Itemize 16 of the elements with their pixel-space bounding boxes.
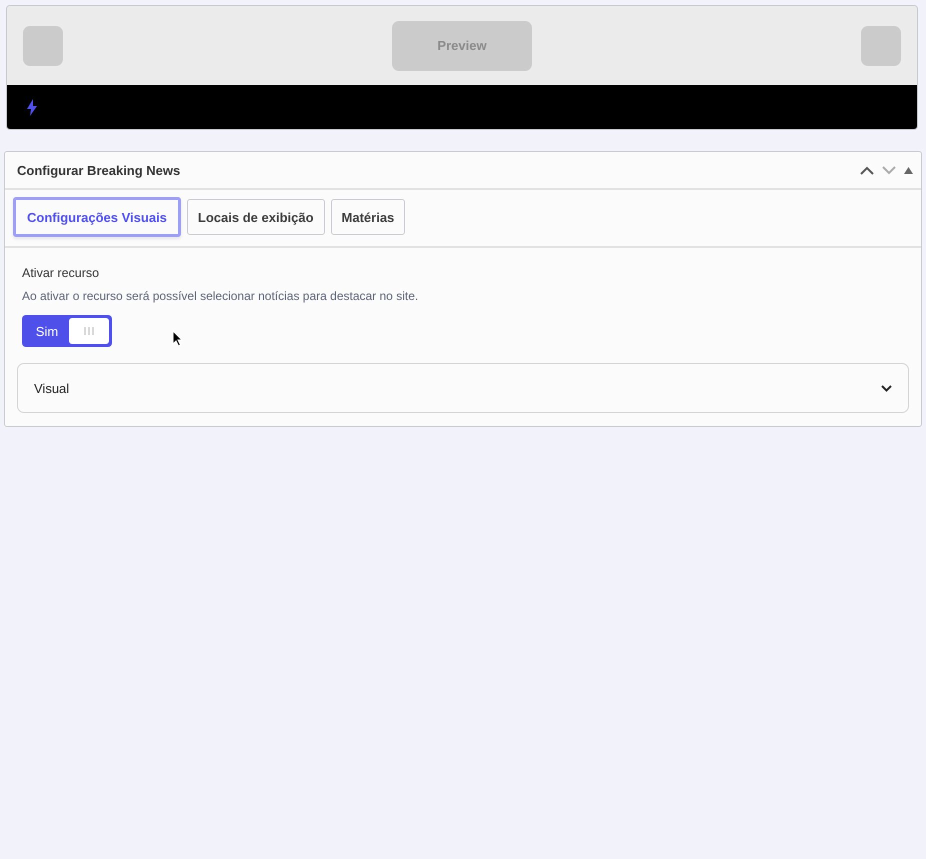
toggle-switch[interactable]: Sim [22, 315, 112, 347]
placeholder-square [861, 26, 901, 66]
triangle-up-icon[interactable] [904, 166, 913, 174]
tab[interactable]: Matérias [330, 199, 406, 235]
mouse-cursor-icon [172, 330, 183, 347]
accordion-header[interactable]: Visual [17, 363, 909, 413]
chevron-down-icon [881, 384, 892, 392]
placeholder-square [23, 26, 63, 66]
chevron-up-icon[interactable] [860, 166, 874, 174]
field-description: Ao ativar o recurso será possível selecionar notícias para destacar no site. [22, 289, 420, 303]
panel-title: Configurar Breaking News [17, 162, 180, 178]
lightning-icon [27, 98, 37, 116]
tab[interactable]: Configurações Visuais [13, 197, 181, 237]
grip-icon [84, 327, 94, 335]
tab[interactable]: Locais de exibição [186, 199, 325, 235]
field-label: Ativar recurso [22, 266, 100, 280]
